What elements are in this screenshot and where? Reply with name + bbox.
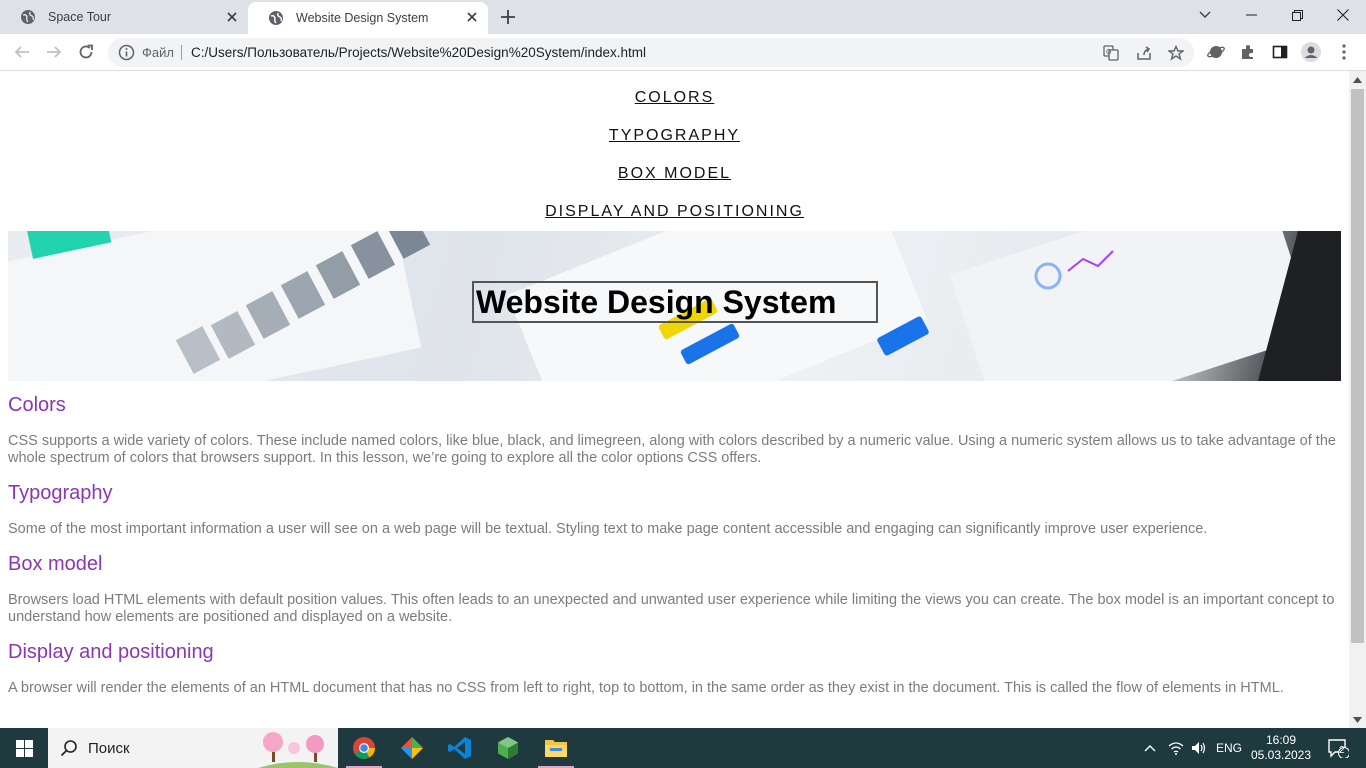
translate-icon[interactable]: G xyxy=(1102,44,1120,62)
git-kraken-icon[interactable] xyxy=(388,728,436,768)
side-panel-icon[interactable] xyxy=(1270,42,1290,62)
search-placeholder: Поиск xyxy=(88,740,130,757)
hero-banner: Website Design System xyxy=(8,231,1341,381)
wifi-icon[interactable] xyxy=(1165,728,1187,768)
close-tab-icon[interactable] xyxy=(464,9,480,25)
scroll-down-arrow-icon[interactable] xyxy=(1353,715,1362,724)
url-text[interactable]: C:/Users/Пользователь/Projects/Website%2… xyxy=(191,45,646,60)
svg-text:G: G xyxy=(1106,48,1111,56)
search-icon xyxy=(60,739,78,757)
section-box-model: Box model Browsers load HTML elements wi… xyxy=(8,552,1341,626)
language-indicator[interactable]: ENG xyxy=(1212,728,1246,768)
clock-time: 16:09 xyxy=(1265,733,1297,747)
new-tab-button[interactable] xyxy=(498,7,518,27)
nav-link-typography[interactable]: TYPOGRAPHY xyxy=(0,126,1349,145)
file-explorer-icon[interactable] xyxy=(532,728,580,768)
page-scrollbar[interactable] xyxy=(1349,71,1366,728)
windows-taskbar: Поиск ENG 16:09 05.03.2023 2 xyxy=(0,728,1366,768)
section-paragraph: Browsers load HTML elements with default… xyxy=(8,592,1335,625)
globe-icon xyxy=(268,10,284,26)
browser-tab-bar: Space Tour Website Design System xyxy=(0,0,1366,34)
tab-website-design-system[interactable]: Website Design System xyxy=(248,2,488,34)
profile-avatar[interactable] xyxy=(1301,42,1321,62)
nav-link-display-positioning[interactable]: DISPLAY AND POSITIONING xyxy=(0,202,1349,221)
notification-center-icon[interactable]: 2 xyxy=(1318,728,1358,768)
vscode-icon[interactable] xyxy=(436,728,484,768)
section-display-positioning: Display and positioning A browser will r… xyxy=(8,640,1341,697)
section-paragraph: Some of the most important information a… xyxy=(8,521,1208,537)
clock[interactable]: 16:09 05.03.2023 xyxy=(1250,728,1312,768)
back-arrow-icon[interactable] xyxy=(10,40,34,64)
section-paragraph: A browser will render the elements of an… xyxy=(8,680,1284,696)
address-bar[interactable]: Файл C:/Users/Пользователь/Projects/Webs… xyxy=(108,38,1194,67)
scheme-label: Файл xyxy=(142,45,174,60)
notification-count: 2 xyxy=(1339,745,1345,756)
windows-start-icon[interactable] xyxy=(0,728,48,768)
scrollbar-thumb[interactable] xyxy=(1351,89,1364,643)
volume-icon[interactable] xyxy=(1188,728,1210,768)
close-tab-icon[interactable] xyxy=(224,9,240,25)
page-title: Website Design System xyxy=(472,281,878,323)
section-heading: Box model xyxy=(8,553,103,575)
section-heading: Display and positioning xyxy=(8,641,214,663)
address-divider xyxy=(181,45,182,60)
section-heading: Colors xyxy=(8,394,66,416)
clock-date: 05.03.2023 xyxy=(1250,748,1312,762)
forward-arrow-icon[interactable] xyxy=(42,40,66,64)
section-colors: Colors CSS supports a wide variety of co… xyxy=(8,393,1341,467)
extensions-puzzle-icon[interactable] xyxy=(1238,42,1258,62)
scroll-up-arrow-icon[interactable] xyxy=(1353,75,1362,84)
section-paragraph: CSS supports a wide variety of colors. T… xyxy=(8,433,1336,466)
bookmark-star-icon[interactable] xyxy=(1167,44,1185,62)
search-highlight-illustration xyxy=(258,732,338,768)
show-hidden-icons-chevron-icon[interactable] xyxy=(1140,728,1160,768)
taskbar-search-input[interactable]: Поиск xyxy=(48,728,338,768)
tab-title: Space Tour xyxy=(48,10,112,24)
reload-icon[interactable] xyxy=(74,40,98,64)
share-icon[interactable] xyxy=(1135,44,1153,62)
tab-space-tour[interactable]: Space Tour xyxy=(0,0,248,34)
chrome-icon[interactable] xyxy=(340,728,388,768)
main-content: Colors CSS supports a wide variety of co… xyxy=(8,393,1341,711)
nav-link-colors[interactable]: COLORS xyxy=(0,88,1349,107)
close-window-button[interactable] xyxy=(1320,0,1366,30)
page-viewport: COLORS TYPOGRAPHY BOX MODEL DISPLAY AND … xyxy=(0,71,1349,728)
menu-kebab-icon[interactable] xyxy=(1334,42,1354,62)
nav-link-box-model[interactable]: BOX MODEL xyxy=(0,164,1349,183)
extension-planet-icon[interactable] xyxy=(1206,42,1226,62)
box-icon[interactable] xyxy=(484,728,532,768)
section-typography: Typography Some of the most important in… xyxy=(8,481,1341,538)
section-heading: Typography xyxy=(8,482,113,504)
minimize-button[interactable] xyxy=(1228,0,1274,30)
tab-search-chevron-icon[interactable] xyxy=(1182,0,1228,30)
browser-toolbar: Файл C:/Users/Пользователь/Projects/Webs… xyxy=(0,34,1366,71)
site-nav: COLORS TYPOGRAPHY BOX MODEL DISPLAY AND … xyxy=(0,71,1349,221)
restore-button[interactable] xyxy=(1274,0,1320,30)
tab-title: Website Design System xyxy=(296,11,429,25)
info-icon[interactable] xyxy=(118,44,135,61)
globe-icon xyxy=(20,9,36,25)
